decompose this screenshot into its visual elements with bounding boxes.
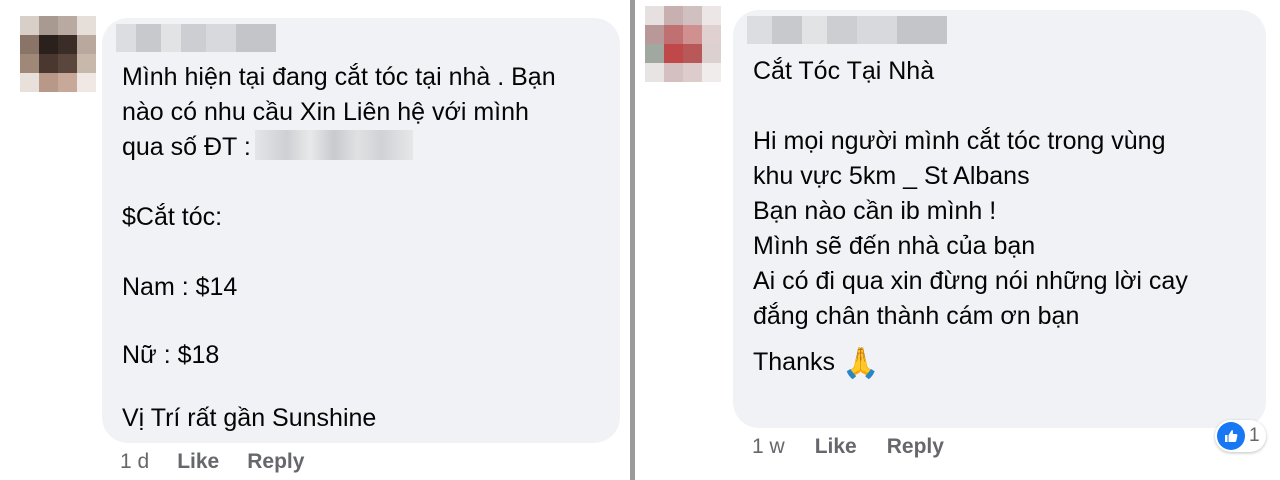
reply-button[interactable]: Reply bbox=[247, 450, 304, 474]
comment-line: $Cắt tóc: bbox=[122, 203, 223, 231]
comment-line: Mình hiện tại đang cắt tóc tại nhà . Bạn bbox=[122, 63, 556, 91]
phone-number-redacted bbox=[254, 130, 413, 161]
like-button[interactable]: Like bbox=[815, 435, 857, 459]
comment-line: Bạn nào cần ib mình ! bbox=[753, 197, 997, 225]
avatar-left[interactable] bbox=[20, 16, 96, 92]
comment-line: Thanks 🙏 bbox=[753, 345, 879, 381]
comment-actions-left: 1 d Like Reply bbox=[120, 450, 304, 474]
commenter-name-redacted[interactable] bbox=[747, 16, 947, 44]
phone-label: qua số ĐT : bbox=[122, 133, 251, 161]
folded-hands-emoji: 🙏 bbox=[841, 346, 880, 380]
comment-line: Cắt Tóc Tại Nhà bbox=[753, 57, 935, 85]
comment-bubble-left: Mình hiện tại đang cắt tóc tại nhà . Bạn… bbox=[102, 18, 620, 443]
comment-line: Mình sẽ đến nhà của bạn bbox=[753, 232, 1036, 260]
comment-line: Vị Trí rất gần Sunshine bbox=[122, 404, 377, 432]
reaction-badge[interactable]: 1 bbox=[1215, 420, 1266, 452]
timestamp[interactable]: 1 d bbox=[120, 450, 149, 474]
comment-line: Ai có đi qua xin đừng nói những lời cay bbox=[753, 267, 1188, 295]
comment-line: Nam : $14 bbox=[122, 273, 238, 301]
comment-line: Nữ : $18 bbox=[122, 341, 220, 369]
like-button[interactable]: Like bbox=[177, 450, 219, 474]
avatar-right[interactable] bbox=[645, 6, 721, 82]
reply-button[interactable]: Reply bbox=[887, 435, 944, 459]
reaction-count: 1 bbox=[1249, 425, 1260, 446]
comment-line: qua số ĐT : bbox=[122, 130, 413, 165]
like-icon bbox=[1217, 422, 1245, 450]
divider bbox=[630, 0, 635, 480]
comment-actions-right: 1 w Like Reply bbox=[752, 435, 944, 459]
commenter-name-redacted[interactable] bbox=[116, 24, 276, 52]
comment-bubble-right: Cắt Tóc Tại Nhà Hi mọi người mình cắt tó… bbox=[733, 10, 1266, 428]
comment-line: nào có nhu cầu Xin Liên hệ với mình bbox=[122, 98, 529, 126]
timestamp[interactable]: 1 w bbox=[752, 435, 785, 459]
comment-line: khu vực 5km _ St Albans bbox=[753, 162, 1030, 190]
comment-line: đắng chân thành cám ơn bạn bbox=[753, 302, 1080, 330]
comment-line: Hi mọi người mình cắt tóc trong vùng bbox=[753, 127, 1166, 155]
thanks-text: Thanks bbox=[753, 348, 835, 376]
